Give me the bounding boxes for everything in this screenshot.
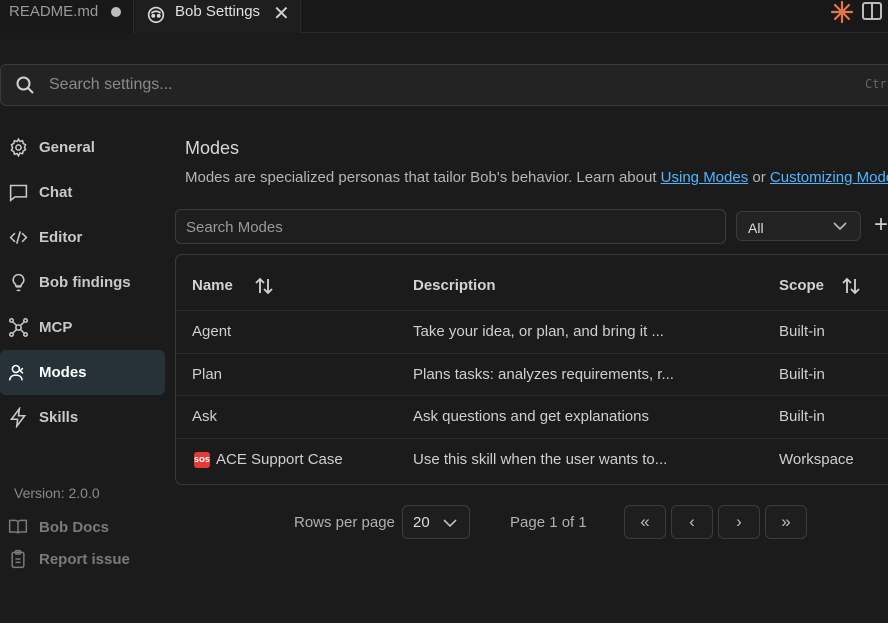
last-page-button[interactable]: » — [765, 505, 807, 539]
page-description: Modes are specialized personas that tail… — [185, 169, 888, 186]
column-header-name[interactable]: Name — [192, 277, 233, 294]
gear-icon — [10, 137, 27, 158]
sidebar-item-label: Editor — [39, 229, 83, 246]
keyboard-shortcut-hint: Ctr — [865, 77, 887, 91]
sidebar-item-label: Bob findings — [39, 274, 131, 291]
description-or: or — [748, 169, 770, 186]
row-scope: Built-in — [779, 366, 825, 383]
column-header-description: Description — [413, 277, 496, 294]
bob-robot-icon — [147, 6, 165, 24]
mcp-icon — [8, 317, 29, 338]
book-icon — [8, 519, 28, 534]
sidebar-item-label: General — [39, 139, 95, 156]
chat-icon — [9, 184, 28, 203]
row-description: Plans tasks: analyzes requirements, r... — [413, 366, 674, 383]
rows-per-page-select[interactable]: 20 — [402, 505, 470, 539]
report-issue-label: Report issue — [39, 550, 130, 568]
using-modes-link[interactable]: Using Modes — [661, 169, 749, 186]
search-icon — [16, 76, 34, 94]
tab-bob-settings[interactable]: Bob Settings ✕ — [135, 0, 301, 33]
sidebar-item-label: MCP — [39, 319, 73, 336]
version-label: Version: 2.0.0 — [14, 485, 100, 501]
tab-readme-label: README.md — [9, 3, 99, 20]
page-indicator: Page 1 of 1 — [510, 514, 587, 531]
search-settings-input[interactable] — [49, 73, 749, 97]
first-page-button[interactable]: « — [624, 505, 666, 539]
row-name: Agent — [192, 323, 232, 340]
sidebar-item-modes[interactable]: Modes — [0, 350, 165, 395]
sidebar-item-general[interactable]: General — [0, 125, 165, 170]
next-page-button[interactable]: › — [718, 505, 760, 539]
bob-docs-link[interactable]: Bob Docs — [8, 515, 109, 539]
modified-dot-icon[interactable] — [111, 7, 121, 17]
code-icon — [9, 231, 28, 244]
spark-icon[interactable] — [830, 0, 854, 24]
sos-icon: SOS — [194, 452, 210, 468]
sidebar-item-label: Skills — [39, 409, 79, 426]
search-settings-bar[interactable]: Ctr — [0, 64, 888, 106]
chevron-down-icon — [443, 519, 457, 528]
row-description: Ask questions and get explanations — [413, 408, 649, 425]
search-modes-input[interactable] — [186, 217, 706, 237]
sidebar-item-editor[interactable]: Editor — [0, 215, 165, 260]
search-modes-box[interactable] — [175, 209, 726, 244]
page-title: Modes — [185, 138, 240, 158]
bob-docs-label: Bob Docs — [39, 518, 110, 536]
sidebar-item-bob-findings[interactable]: Bob findings — [0, 260, 165, 305]
previous-page-button[interactable]: ‹ — [671, 505, 713, 539]
scope-filter-value: All — [748, 220, 764, 236]
tab-bob-settings-label: Bob Settings — [175, 3, 261, 20]
row-name: ACE Support Case — [216, 451, 343, 468]
sort-icon[interactable] — [841, 276, 861, 296]
sidebar-item-chat[interactable]: Chat — [0, 170, 165, 215]
report-issue-link[interactable]: Report issue — [8, 547, 130, 571]
table-row[interactable]: Ask Ask questions and get explanations B… — [176, 395, 888, 438]
table-row[interactable]: Plan Plans tasks: analyzes requirements,… — [176, 353, 888, 396]
column-header-scope[interactable]: Scope — [779, 277, 824, 294]
split-editor-icon[interactable] — [862, 2, 882, 20]
scope-filter-select[interactable]: All — [736, 211, 861, 241]
tab-readme[interactable]: README.md — [0, 0, 134, 33]
table-row[interactable]: SOS ACE Support Case Use this skill when… — [176, 438, 888, 481]
sidebar-item-label: Modes — [39, 364, 87, 381]
row-scope: Workspace — [779, 451, 854, 468]
rows-per-page-value: 20 — [413, 514, 430, 531]
editor-tab-bar: README.md Bob Settings ✕ — [0, 0, 888, 33]
lightbulb-icon — [12, 273, 25, 292]
row-scope: Built-in — [779, 408, 825, 425]
rows-per-page-label: Rows per page — [294, 514, 395, 531]
modes-icon — [8, 364, 24, 381]
sidebar-item-skills[interactable]: Skills — [0, 395, 165, 440]
chevron-down-icon — [833, 222, 847, 231]
row-scope: Built-in — [779, 323, 825, 340]
row-name: Ask — [192, 408, 218, 425]
table-row[interactable]: Agent Take your idea, or plan, and bring… — [176, 310, 888, 353]
modes-table: Name Description Scope Agent Take your i… — [175, 254, 888, 485]
sort-icon[interactable] — [254, 276, 274, 296]
row-description: Use this skill when the user wants to... — [413, 451, 668, 468]
bolt-icon — [9, 407, 27, 428]
close-tab-icon[interactable]: ✕ — [273, 1, 290, 26]
add-mode-button[interactable]: + — [874, 210, 888, 240]
clipboard-icon — [11, 549, 25, 569]
description-text: Modes are specialized personas that tail… — [185, 169, 661, 186]
row-name: Plan — [192, 366, 223, 383]
sidebar-item-label: Chat — [39, 184, 73, 201]
customizing-modes-link[interactable]: Customizing Modes — [770, 169, 888, 186]
sidebar-item-mcp[interactable]: MCP — [0, 305, 165, 350]
row-description: Take your idea, or plan, and bring it ..… — [413, 323, 664, 340]
